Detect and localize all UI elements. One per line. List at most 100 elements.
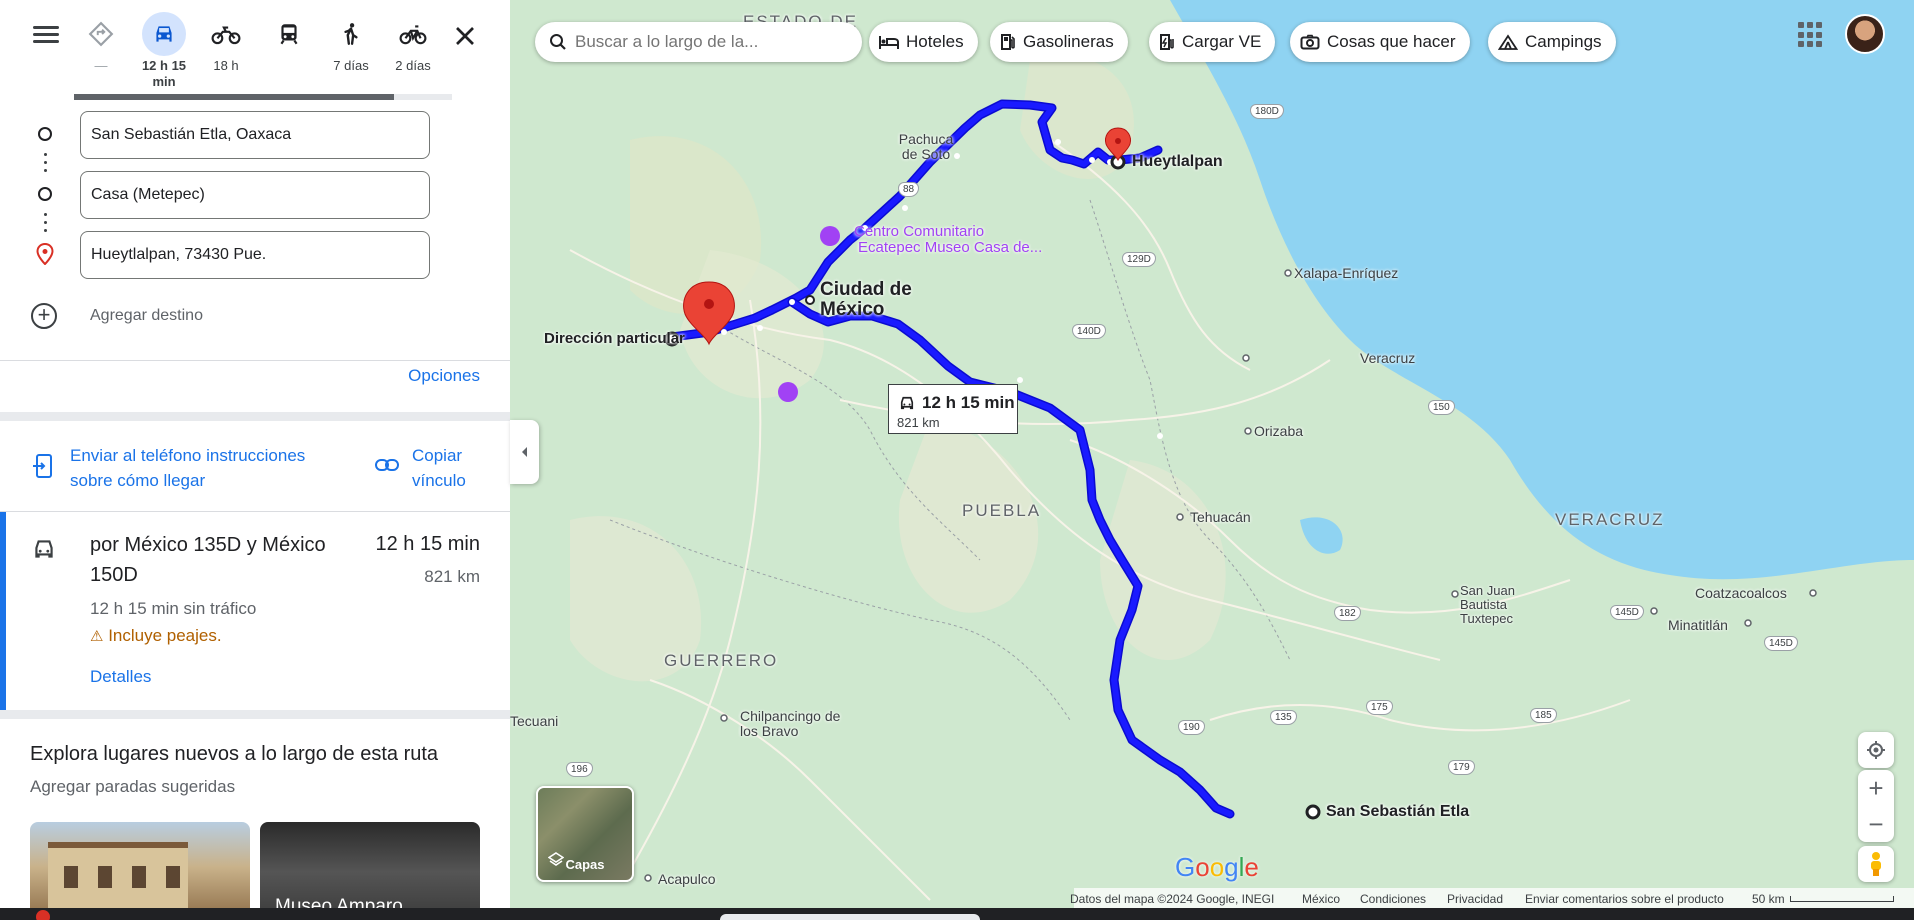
destination-input[interactable] — [80, 231, 430, 279]
route-via: por México 135D y México 150D — [90, 534, 326, 586]
origin-input[interactable] — [80, 111, 430, 159]
section-divider — [0, 710, 510, 719]
stop-destination — [0, 228, 510, 280]
share-row: Enviar al teléfono instrucciones sobre c… — [0, 427, 510, 507]
waypoint-input[interactable] — [80, 171, 430, 219]
highway-shield: 182 — [1334, 606, 1361, 621]
send-to-phone-link[interactable]: Enviar al teléfono instrucciones sobre c… — [70, 443, 340, 493]
suggestion-label: Museo Amparo — [275, 896, 403, 908]
map-label-chilpancingo: Chilpancingo de los Bravo — [740, 708, 841, 739]
zoom-in-button[interactable]: + — [1858, 770, 1894, 806]
highway-shield: 140D — [1072, 324, 1106, 339]
map-label-puebla: PUEBLA — [962, 501, 1042, 520]
mode-label: 2 días — [395, 58, 431, 73]
suggestion-card[interactable]: Museo Amparo — [260, 822, 480, 908]
map-canvas[interactable]: ESTADO DE Pachuca de Soto Hueytlalpan Ce… — [510, 0, 1914, 908]
route-distance: 821 km — [424, 567, 480, 586]
taskbar — [0, 908, 1914, 920]
highway-shield: 145D — [1764, 636, 1798, 651]
copy-link[interactable]: Copiar vínculo — [412, 443, 492, 493]
search-icon — [549, 33, 567, 56]
mode-label: 12 h 15 min — [141, 58, 187, 89]
mode-bicycle[interactable]: 2 días — [385, 12, 441, 74]
options-link[interactable]: Opciones — [408, 366, 480, 386]
explore-subtitle: Agregar paradas sugeridas — [30, 777, 236, 796]
gas-station-icon — [1000, 33, 1016, 51]
mode-motorcycle[interactable]: 18 h — [198, 12, 254, 74]
layers-button[interactable]: Capas — [536, 786, 634, 882]
bicycle-mode-icon — [391, 12, 435, 56]
selected-route-indicator — [0, 512, 6, 710]
chip-label: Campings — [1525, 32, 1602, 51]
mode-transit[interactable] — [261, 12, 317, 58]
chip-cosas-que-hacer[interactable]: Cosas que hacer — [1290, 22, 1470, 62]
route-option[interactable]: por México 135D y México 150D 12 h 15 mi… — [0, 512, 510, 710]
transit-mode-icon — [267, 12, 311, 56]
pegman-button[interactable] — [1858, 846, 1894, 882]
avatar[interactable] — [1845, 14, 1885, 54]
chip-campings[interactable]: Campings — [1488, 22, 1616, 62]
search-along-route[interactable] — [535, 22, 862, 62]
destination-pin-icon — [36, 242, 54, 266]
highway-shield: 180D — [1250, 104, 1284, 119]
add-destination-button[interactable]: + Agregar destino — [0, 296, 510, 336]
feedback-link[interactable]: Enviar comentarios sobre el producto — [1525, 892, 1724, 906]
stop-origin — [0, 108, 510, 160]
terms-link[interactable]: Condiciones — [1360, 892, 1426, 906]
route-time: 12 h 15 min — [375, 533, 480, 555]
apps-grid-icon[interactable] — [1798, 22, 1824, 48]
divider — [0, 360, 510, 361]
highway-shield: 179 — [1448, 760, 1475, 775]
zoom-out-button[interactable]: − — [1858, 806, 1894, 842]
details-link[interactable]: Detalles — [90, 667, 151, 687]
highway-shield: 129D — [1122, 252, 1156, 267]
scale-label[interactable]: 50 km — [1752, 892, 1785, 906]
menu-icon[interactable] — [30, 22, 62, 50]
mode-car[interactable]: 12 h 15 min — [136, 12, 192, 90]
chip-cargar-ve[interactable]: Cargar VE — [1149, 22, 1276, 62]
country-link[interactable]: México — [1302, 892, 1340, 906]
mode-scroll-indicator[interactable] — [74, 94, 452, 100]
suggestion-card[interactable] — [30, 822, 250, 908]
stop-waypoint — [0, 168, 510, 220]
route-duration-callout[interactable]: 12 h 15 min 821 km — [888, 384, 1018, 434]
map-label-xalapa: Xalapa-Enríquez — [1294, 265, 1399, 281]
ev-charger-icon — [1159, 33, 1175, 51]
chip-gasolineras[interactable]: Gasolineras — [990, 22, 1128, 62]
hotel-icon — [879, 34, 899, 50]
car-icon — [30, 536, 58, 567]
search-input[interactable] — [575, 22, 845, 62]
section-divider — [0, 412, 510, 421]
mode-walk[interactable]: 7 días — [323, 12, 379, 74]
my-location-icon — [1867, 741, 1885, 759]
link-icon — [374, 453, 400, 482]
map-label-veracruz-state: VERACRUZ — [1555, 510, 1665, 529]
origin-circle-icon — [38, 127, 52, 141]
waypoint-circle-icon — [38, 187, 52, 201]
collapse-panel-button[interactable] — [510, 420, 539, 484]
my-location-button[interactable] — [1858, 732, 1894, 768]
highway-shield: 150 — [1428, 400, 1455, 415]
chip-label: Cargar VE — [1182, 32, 1262, 51]
map-label-centro-comunitario: Centro Comunitario — [854, 223, 985, 240]
map-label-pachuca: Pachuca de Soto — [898, 131, 954, 162]
map-base — [510, 0, 1914, 908]
warning-icon: ⚠ — [90, 628, 104, 645]
taskbar-app-icon[interactable] — [36, 910, 50, 920]
add-destination-label: Agregar destino — [90, 307, 203, 324]
highway-shield: 135 — [1270, 710, 1297, 725]
chip-label: Cosas que hacer — [1327, 32, 1456, 51]
taskbar-window-tab[interactable] — [720, 914, 980, 920]
chip-hoteles[interactable]: Hoteles — [869, 22, 978, 62]
layers-label: Capas — [565, 857, 605, 872]
travel-mode-bar: — 12 h 15 min 18 h 7 días 2 días — [0, 0, 510, 100]
mode-label: 18 h — [213, 58, 239, 73]
map-label-hueytlalpan: Hueytlalpan — [1132, 153, 1223, 170]
best-mode-icon — [79, 12, 123, 56]
map-label-tecuani: Tecuani — [510, 713, 559, 729]
privacy-link[interactable]: Privacidad — [1447, 892, 1503, 906]
map-footer: Datos del mapa ©2024 Google, INEGI Méxic… — [510, 888, 1914, 908]
close-icon[interactable] — [449, 20, 481, 52]
mode-best[interactable]: — — [73, 12, 129, 74]
directions-panel: — 12 h 15 min 18 h 7 días 2 días San Seb… — [0, 0, 510, 908]
